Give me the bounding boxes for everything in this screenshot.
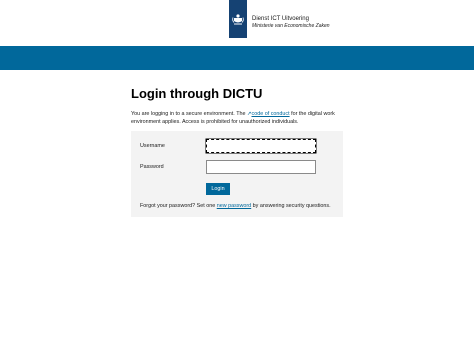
login-content: Login through DICTU You are logging in t…	[131, 86, 343, 217]
login-form: Username Password Login Forgot your pass…	[131, 131, 343, 217]
password-input[interactable]	[206, 160, 316, 174]
header-band	[0, 46, 474, 70]
forgot-text-end: by answering security questions.	[251, 203, 331, 209]
rijksoverheid-logo: Dienst ICT Uitvoering Ministerie van Eco…	[229, 0, 330, 38]
org-name: Dienst ICT Uitvoering	[252, 16, 309, 22]
password-label: Password	[140, 164, 164, 170]
intro-text: You are logging in to a secure environme…	[131, 110, 343, 126]
logo-text: Dienst ICT Uitvoering Ministerie van Eco…	[252, 0, 330, 30]
login-button[interactable]: Login	[206, 183, 230, 195]
new-password-link[interactable]: new password	[217, 203, 251, 209]
code-of-conduct-link[interactable]: code of conduct	[252, 111, 290, 117]
ministry-name: Ministerie van Economische Zaken	[252, 23, 330, 29]
coat-of-arms-icon	[229, 0, 247, 38]
login-page: Dienst ICT Uitvoering Ministerie van Eco…	[0, 0, 474, 355]
forgot-text-start: Forgot your password? Set one	[140, 203, 217, 209]
page-title: Login through DICTU	[131, 86, 263, 101]
forgot-password-text: Forgot your password? Set one new passwo…	[140, 203, 331, 209]
username-label: Username	[140, 143, 165, 149]
username-input[interactable]	[206, 139, 316, 153]
intro-text-start: You are logging in to a secure environme…	[131, 111, 247, 117]
